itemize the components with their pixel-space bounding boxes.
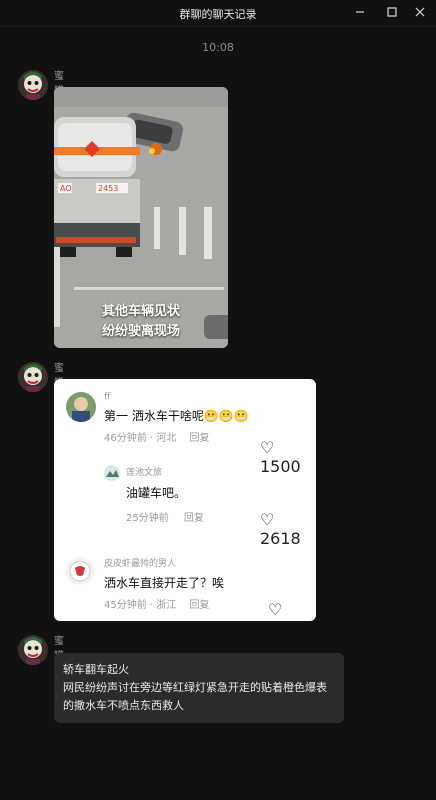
message-line: 的撒水车不喷点东西救人 bbox=[63, 699, 184, 712]
image-message[interactable]: ff 第一 洒水车干啥呢😬😬😬 46分钟前 · 河北 回复 ♡ 1500 莲池文… bbox=[54, 379, 316, 621]
heart-icon: ♡ bbox=[268, 600, 283, 619]
heart-icon: ♡ bbox=[260, 510, 275, 529]
close-icon[interactable] bbox=[410, 4, 430, 22]
avatar[interactable] bbox=[18, 70, 48, 100]
comment-meta: 45分钟前 · 浙江 回复 bbox=[104, 600, 210, 611]
like-button[interactable]: ♡ 143 bbox=[268, 600, 316, 621]
like-button[interactable]: ♡ 1500 bbox=[260, 438, 316, 476]
comment-text: 油罐车吧。 bbox=[126, 486, 187, 500]
message-line: 网民纷纷声讨在旁边等红绿灯紧急开走的贴着橙色爆表 bbox=[63, 681, 327, 694]
comment: 莲池文旅 油罐车吧。 25分钟前 回复 bbox=[126, 465, 204, 524]
image-caption: 其他车辆见状 纷纷驶离现场 bbox=[101, 304, 180, 339]
avatar[interactable] bbox=[18, 362, 48, 392]
commenter-avatar bbox=[66, 392, 96, 422]
reply-button[interactable]: 回复 bbox=[189, 433, 209, 444]
comment-meta: 46分钟前 · 河北 回复 bbox=[104, 433, 210, 444]
message-line: 轿车翻车起火 bbox=[63, 663, 129, 676]
commenter-name: 莲池文旅 bbox=[126, 468, 163, 478]
comment: ff 第一 洒水车干啥呢😬😬😬 46分钟前 · 河北 回复 bbox=[104, 392, 249, 444]
comment-text: 第一 洒水车干啥呢😬😬😬 bbox=[104, 409, 249, 423]
comment: 皮皮虾最帅的男人 洒水车直接开走了？唉 45分钟前 · 浙江 回复 bbox=[104, 556, 224, 611]
text-message-bubble[interactable]: 轿车翻车起火 网民纷纷声讨在旁边等红绿灯紧急开走的贴着橙色爆表 的撒水车不喷点东… bbox=[54, 653, 344, 723]
svg-text:2453: 2453 bbox=[98, 184, 118, 193]
commenter-name: ff bbox=[104, 392, 111, 402]
commenter-avatar bbox=[104, 465, 120, 481]
commenter-name: 皮皮虾最帅的男人 bbox=[104, 559, 177, 569]
like-button[interactable]: ♡ 2618 bbox=[260, 510, 316, 548]
commenter-avatar bbox=[66, 557, 94, 585]
chat-timestamp: 10:08 bbox=[202, 41, 234, 54]
maximize-icon[interactable] bbox=[382, 4, 402, 22]
svg-text:AO: AO bbox=[60, 184, 72, 193]
window-title: 群聊的聊天记录 bbox=[179, 8, 257, 21]
avatar[interactable] bbox=[18, 635, 48, 665]
heart-icon: ♡ bbox=[260, 438, 275, 457]
image-message[interactable]: AO 2453 其他车辆见状 纷纷驶离现场 bbox=[54, 87, 228, 348]
reply-button[interactable]: 回复 bbox=[184, 513, 204, 524]
comment-meta: 25分钟前 回复 bbox=[126, 513, 204, 524]
title-bar: 群聊的聊天记录 bbox=[0, 0, 436, 27]
comment-text: 洒水车直接开走了？唉 bbox=[104, 576, 225, 590]
minimize-icon[interactable] bbox=[350, 4, 370, 22]
reply-button[interactable]: 回复 bbox=[189, 600, 209, 611]
